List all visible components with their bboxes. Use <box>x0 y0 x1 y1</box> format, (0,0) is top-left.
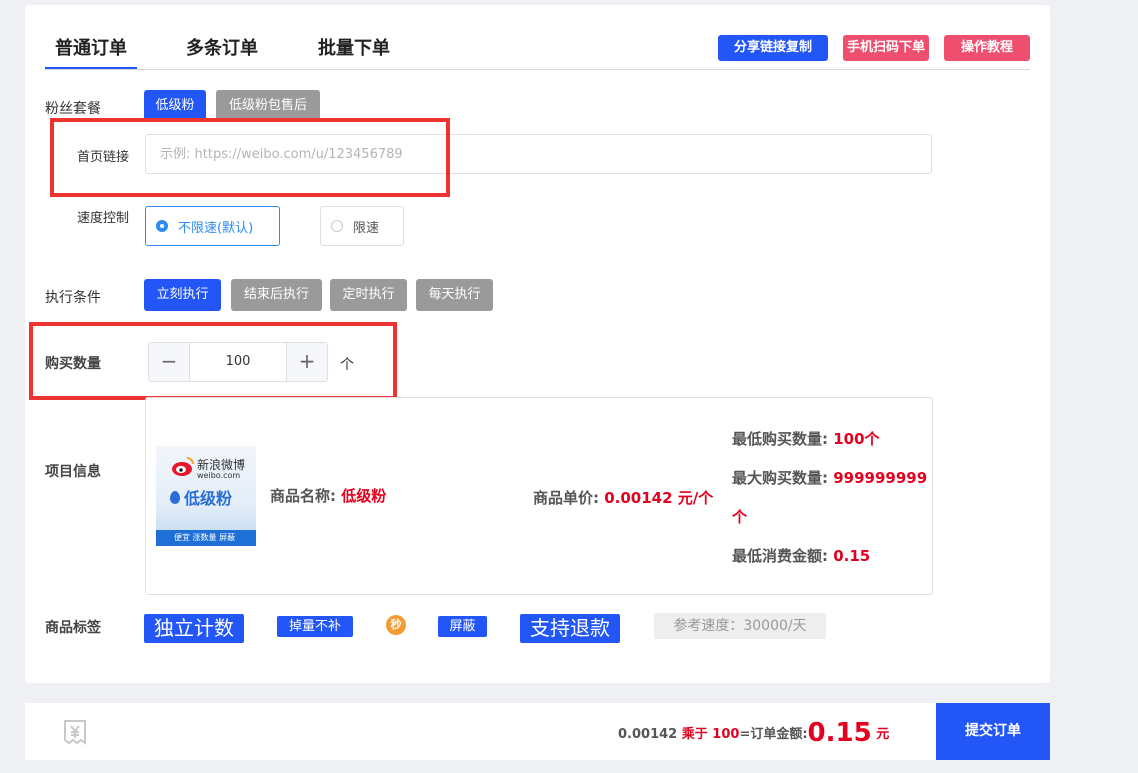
footer-total-label: =订单金额: <box>739 727 808 742</box>
min-amount-value: 0.15 <box>833 547 871 565</box>
product-name-label: 商品名称: <box>270 487 336 505</box>
product-price-label: 商品单价: <box>533 489 599 507</box>
weibo-logo-icon <box>172 457 194 476</box>
tag-seconds-icon: 秒 <box>386 615 406 635</box>
product-price: 商品单价: 0.00142 元/个 <box>533 487 713 508</box>
project-info-label: 项目信息 <box>45 464 101 480</box>
product-name: 商品名称: 低级粉 <box>270 485 386 506</box>
order-footer <box>25 703 1050 760</box>
speed-option-unlimited[interactable]: 不限速(默认) <box>145 206 280 246</box>
footer-total-value: 0.15 <box>807 718 872 748</box>
exec-option-immediate[interactable]: 立刻执行 <box>144 279 221 311</box>
min-quantity-value: 100个 <box>833 430 880 448</box>
max-quantity-label: 最大购买数量: <box>732 469 828 487</box>
max-quantity-value: 999999999 <box>833 469 928 487</box>
exec-option-scheduled[interactable]: 定时执行 <box>330 279 407 311</box>
drop-icon <box>170 490 180 504</box>
tab-normal-order[interactable]: 普通订单 <box>55 34 127 60</box>
min-quantity-label: 最低购买数量: <box>732 430 828 448</box>
min-amount-label: 最低消费金额: <box>732 547 828 565</box>
footer-times: 乘于 <box>681 727 708 742</box>
footer-quantity: 100 <box>712 727 740 742</box>
share-link-button[interactable]: 分享链接复制 <box>718 35 828 61</box>
image-product-label: 低级粉 <box>184 489 233 508</box>
tag-block: 屏蔽 <box>438 616 487 637</box>
footer-unit-price: 0.00142 <box>618 727 678 742</box>
tag-independent-count: 独立计数 <box>144 614 244 643</box>
speed-option-limited[interactable]: 限速 <box>320 206 404 246</box>
footer-currency: 元 <box>876 727 890 742</box>
min-quantity: 最低购买数量: 100个 <box>732 428 880 449</box>
scan-order-button[interactable]: 手机扫码下单 <box>843 35 929 61</box>
highlight-box-quantity <box>29 322 397 400</box>
min-amount: 最低消费金额: 0.15 <box>732 545 870 566</box>
tab-multi-order[interactable]: 多条订单 <box>186 34 258 60</box>
max-quantity-unit: 个 <box>732 508 748 526</box>
submit-order-button[interactable]: 提交订单 <box>936 703 1050 760</box>
tab-batch-order[interactable]: 批量下单 <box>318 34 390 60</box>
fans-package-label: 粉丝套餐 <box>45 101 101 117</box>
max-quantity: 最大购买数量: 999999999 <box>732 467 927 488</box>
product-image: 新浪微博 weibo.com 低级粉 便宜 涨数量 屏蔽 <box>156 446 256 546</box>
tags-label: 商品标签 <box>45 620 101 636</box>
image-product-text: 低级粉 <box>170 485 232 509</box>
reference-speed: 参考速度：30000/天 <box>654 613 826 639</box>
highlight-box-link <box>50 118 450 197</box>
exec-option-after-end[interactable]: 结束后执行 <box>231 279 322 311</box>
tag-refund-support: 支持退款 <box>520 614 620 643</box>
tutorial-button[interactable]: 操作教程 <box>944 35 1030 61</box>
speed-option-limited-label: 限速 <box>353 220 380 236</box>
speed-option-unlimited-label: 不限速(默认) <box>178 220 254 236</box>
execution-label: 执行条件 <box>45 290 101 306</box>
product-name-value: 低级粉 <box>341 487 387 505</box>
product-price-value: 0.00142 元/个 <box>604 489 714 507</box>
order-total-summary: 0.00142 乘于 100=订单金额:0.15 元 <box>618 713 889 753</box>
image-domain-text: weibo.com <box>197 471 241 480</box>
radio-checked-icon <box>156 220 168 232</box>
tabs-divider <box>45 69 1030 70</box>
image-tagline-text: 便宜 涨数量 屏蔽 <box>174 533 236 542</box>
exec-option-daily[interactable]: 每天执行 <box>416 279 493 311</box>
radio-unchecked-icon <box>331 220 343 232</box>
tag-no-refill: 掉量不补 <box>277 616 353 637</box>
speed-control-label: 速度控制 <box>77 211 130 226</box>
receipt-icon <box>64 720 86 745</box>
